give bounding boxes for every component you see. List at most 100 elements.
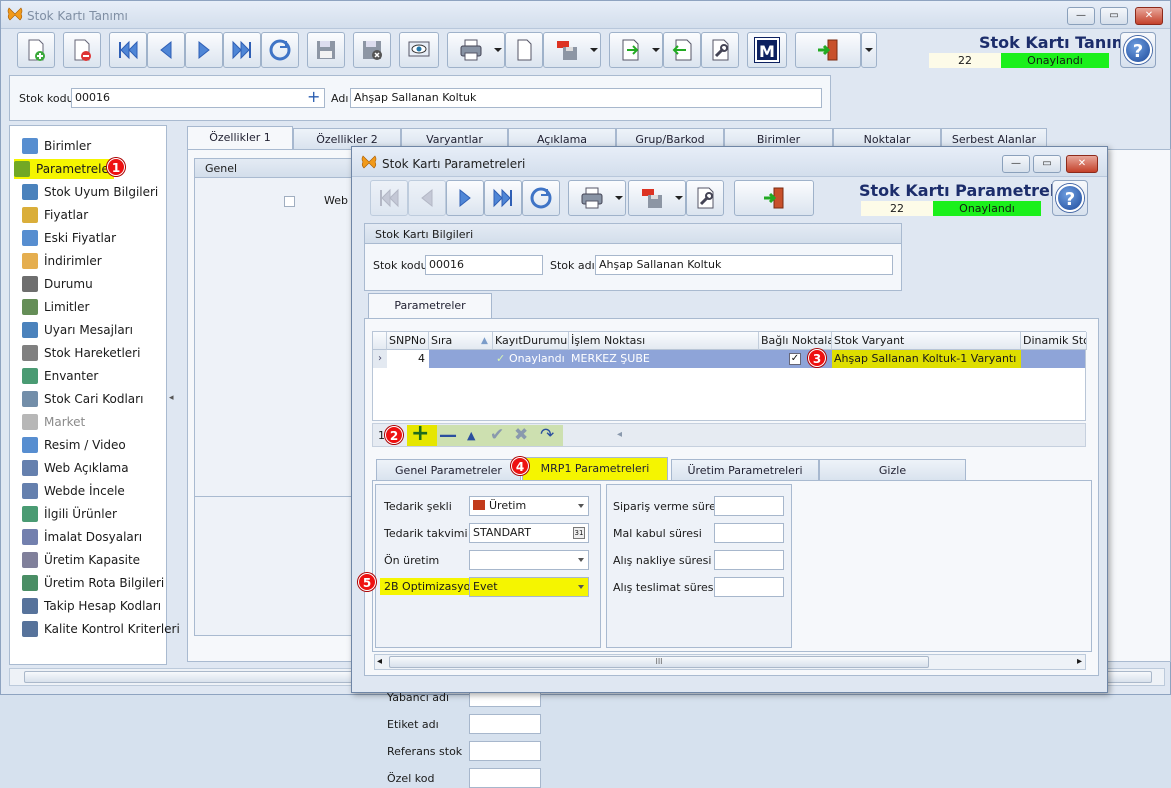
scroll-right-arrow-icon[interactable]: ▸ [1077, 656, 1082, 667]
confirm-icon[interactable]: ✔ [490, 425, 504, 445]
sidebar-item-market[interactable]: Market [22, 412, 85, 432]
mrp-input-on-uretim[interactable] [469, 550, 589, 570]
cell-kayit[interactable]: Onaylandı ✓ [493, 350, 569, 368]
add-row-icon[interactable]: + [411, 421, 429, 446]
bagli-noktalar-checkbox[interactable]: ✓ [789, 353, 801, 365]
column-header-snpno[interactable]: SNPNo [387, 332, 429, 350]
dialog-previous-button[interactable] [408, 180, 446, 216]
mrp-input-siparis-verme-suresi[interactable] [714, 496, 784, 516]
column-header-dinamik-stok[interactable]: Dinamik Stok [1021, 332, 1087, 350]
column-header-bagli-noktalar[interactable]: Bağlı Noktalar [759, 332, 832, 350]
column-header-islem-noktasi[interactable]: İşlem Noktası [569, 332, 759, 350]
last-record-button[interactable] [223, 32, 261, 68]
chevron-down-icon[interactable] [578, 585, 584, 589]
cell-varyant[interactable]: Ahşap Sallanan Koltuk-1 Varyantı [832, 350, 1021, 368]
dialog-scroll-thumb[interactable]: III [389, 656, 929, 668]
sidebar-item-uretim-kapasite[interactable]: Üretim Kapasite [22, 550, 140, 570]
cancel-save-button[interactable] [353, 32, 391, 68]
scroll-left-icon[interactable]: ◂ [617, 429, 622, 440]
new-record-button[interactable] [17, 32, 55, 68]
calendar-icon[interactable]: 31 [573, 527, 585, 539]
adi-input[interactable]: Ahşap Sallanan Koltuk [350, 88, 822, 108]
dialog-last-button[interactable] [484, 180, 522, 216]
exit-button[interactable] [795, 32, 861, 68]
sidebar-item-uretim-rota-bilgileri[interactable]: Üretim Rota Bilgileri [22, 573, 164, 593]
dialog-print-button[interactable] [568, 180, 626, 216]
dialog-settings-button[interactable] [686, 180, 724, 216]
cancel-icon[interactable]: ✖ [514, 425, 528, 445]
first-record-button[interactable] [109, 32, 147, 68]
mrp-input-2b-optimizasyon[interactable]: Evet [469, 577, 589, 597]
previous-record-button[interactable] [147, 32, 185, 68]
sidebar-item-fiyatlar[interactable]: Fiyatlar [22, 205, 88, 225]
preview-button[interactable] [399, 32, 439, 68]
subtab-uretim-parametreleri[interactable]: Üretim Parametreleri [671, 459, 819, 481]
sort-asc-icon[interactable]: ▲ [481, 336, 488, 346]
sidebar-item-birimler[interactable]: Birimler [22, 136, 91, 156]
import-button[interactable] [663, 32, 701, 68]
attach-button[interactable] [505, 32, 543, 68]
scroll-left-arrow-icon[interactable]: ◂ [377, 656, 382, 667]
tab-parametreler[interactable]: Parametreler [368, 293, 492, 319]
subtab-gizle[interactable]: Gizle [819, 459, 966, 481]
next-record-button[interactable] [185, 32, 223, 68]
sidebar-item-kalite-kontrol-kriterleri[interactable]: Kalite Kontrol Kriterleri [22, 619, 180, 639]
export-button[interactable] [609, 32, 663, 68]
dialog-exit-button[interactable] [734, 180, 814, 216]
chevron-down-icon[interactable] [615, 196, 623, 200]
mrp-input-tedarik-sekli[interactable]: Üretim [469, 496, 589, 516]
mrp-input-alis-teslimat-suresi[interactable] [714, 577, 784, 597]
subtab-mrp1-parametreleri[interactable]: MRP1 Parametreleri [522, 457, 668, 481]
cell-islem[interactable]: MERKEZ ŞUBE [569, 350, 759, 368]
dialog-close-button[interactable]: ✕ [1066, 155, 1098, 173]
sidebar-item-ilgili-urunler[interactable]: İlgili Ürünler [22, 504, 117, 524]
pdf-export-button[interactable] [543, 32, 601, 68]
dialog-maximize-button[interactable]: ▭ [1033, 155, 1061, 173]
sidebar-item-takip-hesap-kodlari[interactable]: Takip Hesap Kodları [22, 596, 161, 616]
sidebar-item-resim-video[interactable]: Resim / Video [22, 435, 126, 455]
field-input-etiket-adi[interactable] [469, 714, 541, 734]
dialog-next-button[interactable] [446, 180, 484, 216]
tab-ozellikler-1[interactable]: Özellikler 1 [187, 126, 293, 150]
chevron-down-icon[interactable] [578, 558, 584, 562]
sidebar-item-limitler[interactable]: Limitler [22, 297, 89, 317]
cell-dinamik[interactable] [1021, 350, 1087, 368]
dialog-stok-adi-input[interactable]: Ahşap Sallanan Koltuk [595, 255, 893, 275]
sidebar-item-stok-hareketleri[interactable]: Stok Hareketleri [22, 343, 140, 363]
settings-button[interactable] [701, 32, 739, 68]
mrp-input-alis-nakliye-suresi[interactable] [714, 550, 784, 570]
dialog-pdf-button[interactable] [628, 180, 686, 216]
dialog-refresh-button[interactable] [522, 180, 560, 216]
mrp-input-tedarik-takvimi[interactable]: STANDART 31 [469, 523, 589, 543]
print-button[interactable] [447, 32, 505, 68]
subtab-genel-parametreler[interactable]: Genel Parametreler [376, 459, 521, 481]
cell-snpno[interactable]: 4 [387, 350, 429, 368]
sidebar-item-envanter[interactable]: Envanter [22, 366, 98, 386]
cell-sira[interactable] [429, 350, 493, 368]
remove-row-icon[interactable]: — [439, 425, 457, 446]
stok-kodu-input[interactable]: 00016 [71, 88, 325, 108]
sidebar-item-parametreler[interactable]: Parametreler [14, 159, 114, 179]
dialog-horizontal-scrollbar[interactable]: ◂ III ▸ [374, 654, 1086, 670]
bloke-checkbox[interactable] [284, 196, 295, 207]
sidebar-item-stok-uyum-bilgileri[interactable]: Stok Uyum Bilgileri [22, 182, 158, 202]
delete-record-button[interactable] [63, 32, 101, 68]
close-button[interactable]: ✕ [1135, 7, 1163, 25]
chevron-down-icon[interactable] [590, 48, 598, 52]
redo-icon[interactable]: ↷ [540, 425, 554, 445]
sidebar-item-webde-incele[interactable]: Webde İncele [22, 481, 125, 501]
chevron-down-icon[interactable] [675, 196, 683, 200]
column-header-stok-varyant[interactable]: Stok Varyant [832, 332, 1021, 350]
sidebar-item-stok-cari-kodlari[interactable]: Stok Cari Kodları [22, 389, 143, 409]
save-button[interactable] [307, 32, 345, 68]
sidebar-item-eski-fiyatlar[interactable]: Eski Fiyatlar [22, 228, 116, 248]
sidebar-item-uyari-mesajlari[interactable]: Uyarı Mesajları [22, 320, 133, 340]
toolbar-more-button[interactable] [861, 32, 877, 68]
sidebar-item-web-aciklama[interactable]: Web Açıklama [22, 458, 129, 478]
dialog-minimize-button[interactable]: — [1002, 155, 1030, 173]
maximize-button[interactable]: ▭ [1100, 7, 1128, 25]
mrp-input-mal-kabul-suresi[interactable] [714, 523, 784, 543]
minimize-button[interactable]: — [1067, 7, 1095, 25]
move-up-icon[interactable]: ▲ [467, 429, 475, 442]
chevron-down-icon[interactable] [494, 48, 502, 52]
